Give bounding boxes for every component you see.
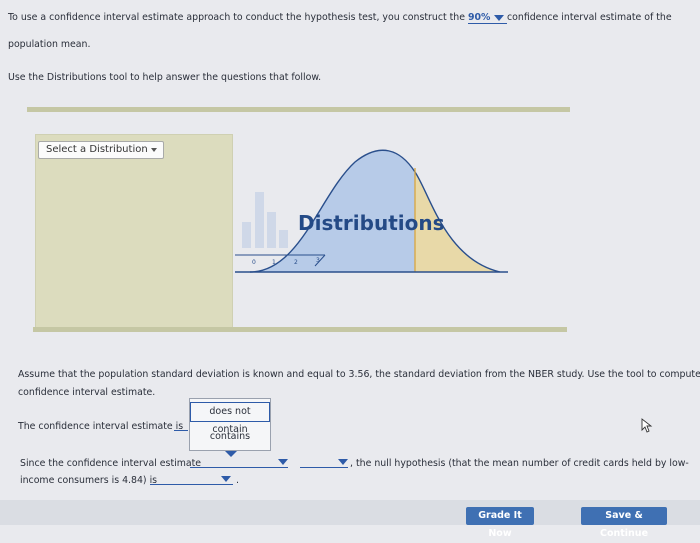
chevron-down-icon bbox=[338, 459, 348, 465]
since-line-1-after: , the null hypothesis (that the mean num… bbox=[350, 458, 689, 469]
bar-mark bbox=[267, 212, 276, 248]
assume-line-1: Assume that the population standard devi… bbox=[18, 369, 700, 380]
chevron-down-icon bbox=[493, 14, 504, 21]
grade-it-now-button[interactable]: Grade It Now bbox=[466, 507, 534, 539]
save-and-continue-button[interactable]: Save & Continue bbox=[581, 507, 667, 539]
tick-label: 0 bbox=[252, 259, 256, 266]
since-dropdown-2[interactable] bbox=[300, 455, 348, 468]
option-does-not-contain[interactable]: does not contain bbox=[190, 402, 270, 435]
intro-line-1: To use a confidence interval estimate ap… bbox=[8, 11, 672, 24]
ci-label: The confidence interval estimate is bbox=[18, 421, 184, 432]
chevron-down-icon bbox=[278, 459, 288, 465]
bar-mark bbox=[255, 192, 264, 248]
distributions-illustration: 0 1 2 3 Distributions bbox=[235, 149, 508, 273]
intro-text-before: To use a confidence interval estimate ap… bbox=[8, 12, 466, 23]
assume-line-2: confidence interval estimate. bbox=[18, 387, 156, 398]
distribution-select-label: Select a Distribution bbox=[46, 144, 148, 155]
bar-mark bbox=[242, 222, 251, 248]
null-hypothesis-dropdown[interactable] bbox=[150, 472, 233, 485]
option-contains[interactable]: contains bbox=[190, 429, 270, 445]
bar-mark bbox=[279, 230, 288, 248]
tick-label: 2 bbox=[294, 259, 298, 266]
chevron-down-icon bbox=[151, 148, 157, 152]
since-line-1-before: Since the confidence interval estimate bbox=[20, 458, 202, 469]
confidence-level-dropdown[interactable]: 90% bbox=[468, 12, 507, 24]
tool-top-border bbox=[27, 107, 570, 112]
tick-label: 3 bbox=[316, 257, 320, 264]
intro-text-after: confidence interval estimate of the bbox=[506, 12, 672, 23]
since-line-2: income consumers is 4.84) is bbox=[20, 475, 158, 486]
chevron-down-icon bbox=[221, 476, 231, 482]
tick-label: 1 bbox=[272, 259, 276, 266]
distribution-select[interactable]: Select a Distribution bbox=[38, 141, 164, 159]
since-dropdown-1[interactable] bbox=[190, 455, 288, 468]
confidence-level-value: 90% bbox=[468, 12, 491, 23]
ci-dropdown-underline bbox=[174, 430, 188, 431]
tool-bottom-border bbox=[33, 327, 567, 332]
instruction-text: Use the Distributions tool to help answe… bbox=[8, 72, 322, 83]
intro-line-2: population mean. bbox=[8, 39, 91, 50]
ci-dropdown-menu[interactable]: does not contain contains bbox=[189, 398, 271, 451]
tool-left-panel bbox=[35, 134, 233, 328]
distributions-logo-text: Distributions bbox=[298, 211, 445, 235]
mouse-cursor-icon bbox=[641, 418, 653, 433]
since-line-2-end: . bbox=[236, 475, 239, 486]
